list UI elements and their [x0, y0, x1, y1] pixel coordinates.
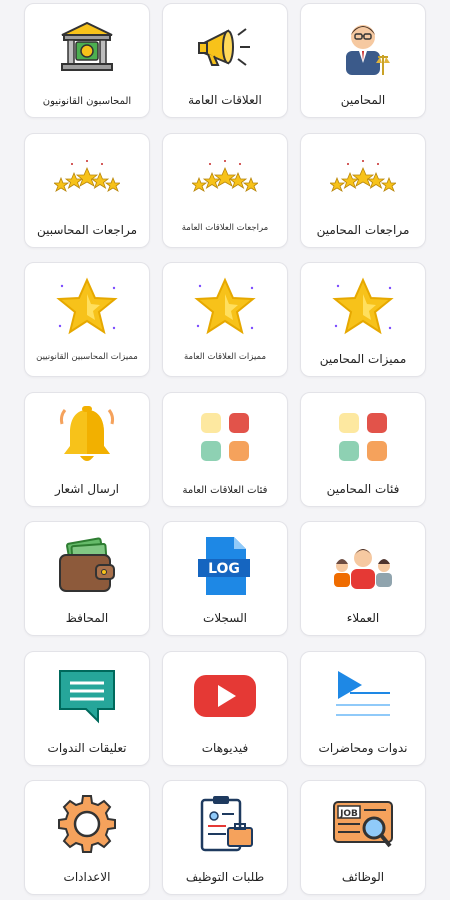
bank-icon	[25, 12, 149, 84]
categories-icon	[301, 401, 425, 473]
card-pr-reviews[interactable]: مراجعات العلاقات العامة	[162, 133, 288, 248]
card-label: العملاء	[346, 611, 380, 625]
card-label: المحاسبون القانونيون	[42, 96, 132, 107]
card-pr-features[interactable]: مميزات العلاقات العامة	[162, 262, 288, 377]
card-send-notification[interactable]: ارسال اشعار	[24, 392, 150, 507]
card-pr-categories[interactable]: فئات العلاقات العامة	[162, 392, 288, 507]
play-lecture-icon	[301, 660, 425, 732]
card-label: فئات العلاقات العامة	[182, 485, 268, 496]
star-icon	[301, 271, 425, 343]
wallet-icon	[25, 530, 149, 602]
card-lawyer-reviews[interactable]: مراجعات المحامين	[300, 133, 426, 248]
card-label: طلبات التوظيف	[185, 870, 265, 884]
svg-text:JOB: JOB	[339, 809, 358, 819]
star-icon	[25, 271, 149, 343]
gear-icon	[25, 789, 149, 861]
card-public-relations[interactable]: العلاقات العامة	[162, 3, 288, 118]
card-lawyer-features[interactable]: مميزات المحامين	[300, 262, 426, 377]
card-seminars-lectures[interactable]: ندوات ومحاضرات	[300, 651, 426, 766]
five-stars-icon	[163, 142, 287, 214]
categories-icon	[163, 401, 287, 473]
card-label: تعليقات الندوات	[47, 741, 127, 755]
card-label: مميزات المحامين	[319, 352, 407, 366]
card-clients[interactable]: العملاء	[300, 521, 426, 636]
clients-icon	[301, 530, 425, 602]
card-accountant-features[interactable]: مميزات المحاسبين القانونيين	[24, 262, 150, 377]
card-accountant-reviews[interactable]: مراجعات المحاسبين	[24, 133, 150, 248]
lawyer-icon	[301, 12, 425, 84]
card-seminar-comments[interactable]: تعليقات الندوات	[24, 651, 150, 766]
card-label: السجلات	[203, 611, 247, 625]
card-label: مراجعات المحاسبين	[36, 223, 138, 237]
card-accountants[interactable]: المحاسبون القانونيون	[24, 3, 150, 118]
card-label: ارسال اشعار	[54, 482, 119, 496]
five-stars-icon	[301, 142, 425, 214]
card-settings[interactable]: الاعدادات	[24, 780, 150, 895]
bell-icon	[25, 401, 149, 473]
job-search-icon: JOB	[301, 789, 425, 861]
youtube-icon	[163, 660, 287, 732]
card-logs[interactable]: LOG السجلات	[162, 521, 288, 636]
card-label: المحافظ	[65, 611, 109, 625]
card-label: ندوات ومحاضرات	[318, 741, 408, 755]
card-videos[interactable]: فيديوهات	[162, 651, 288, 766]
star-icon	[163, 271, 287, 343]
log-file-icon: LOG	[163, 530, 287, 602]
card-label: المحامين	[340, 93, 386, 107]
dashboard-grid: المحامين العلاقات العامة المحاسبون القان…	[0, 0, 450, 900]
card-label: الاعدادات	[63, 870, 111, 884]
card-lawyer-categories[interactable]: فئات المحامين	[300, 392, 426, 507]
card-label: فئات المحامين	[326, 482, 400, 496]
card-lawyers[interactable]: المحامين	[300, 3, 426, 118]
svg-text:LOG: LOG	[208, 561, 240, 577]
card-wallets[interactable]: المحافظ	[24, 521, 150, 636]
card-job-applications[interactable]: طلبات التوظيف	[162, 780, 288, 895]
comment-icon	[25, 660, 149, 732]
megaphone-icon	[163, 12, 287, 84]
card-jobs[interactable]: JOB الوظائف	[300, 780, 426, 895]
card-label: الوظائف	[341, 870, 385, 884]
card-label: مميزات المحاسبين القانونيين	[36, 352, 138, 362]
five-stars-icon	[25, 142, 149, 214]
card-label: مراجعات العلاقات العامة	[181, 223, 269, 233]
card-label: مراجعات المحامين	[316, 223, 410, 237]
job-application-icon	[163, 789, 287, 861]
card-label: العلاقات العامة	[188, 93, 262, 107]
card-label: فيديوهات	[201, 741, 249, 755]
card-label: مميزات العلاقات العامة	[183, 352, 267, 362]
